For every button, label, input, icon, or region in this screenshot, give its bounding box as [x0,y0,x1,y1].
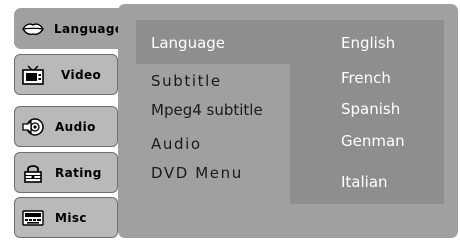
tab-video-label: Video [61,68,102,82]
menu-item-mpeg4-subtitle[interactable]: Mpeg4 subtitle [151,101,263,119]
menu-item-subtitle[interactable]: Subtitle [151,72,222,90]
tab-misc[interactable]: Misc [14,197,118,238]
tab-video[interactable]: Video [14,54,118,95]
tab-language[interactable]: Language [14,8,124,49]
selected-language-value[interactable]: English [341,34,395,52]
option-italian[interactable]: Italian [341,173,388,191]
option-genman[interactable]: Genman [341,132,405,150]
menu-item-language[interactable]: Language [151,34,225,52]
tab-misc-label: Misc [55,211,87,225]
tv-icon [22,65,44,85]
tab-audio-label: Audio [55,120,96,134]
setup-menu-screen: Language Video Audio Rating Misc Languag… [0,0,460,241]
option-spanish[interactable]: Spanish [341,100,400,118]
lock-icon [24,165,42,183]
tab-rating[interactable]: Rating [14,152,118,193]
tab-language-label: Language [54,22,124,36]
speaker-icon [22,118,44,136]
lips-icon [22,23,44,36]
keyboard-icon [22,210,44,226]
option-french[interactable]: French [341,69,391,87]
menu-item-dvd-menu[interactable]: DVD Menu [151,164,243,182]
tab-audio[interactable]: Audio [14,106,118,147]
menu-item-audio[interactable]: Audio [151,135,202,153]
tab-rating-label: Rating [55,166,102,180]
